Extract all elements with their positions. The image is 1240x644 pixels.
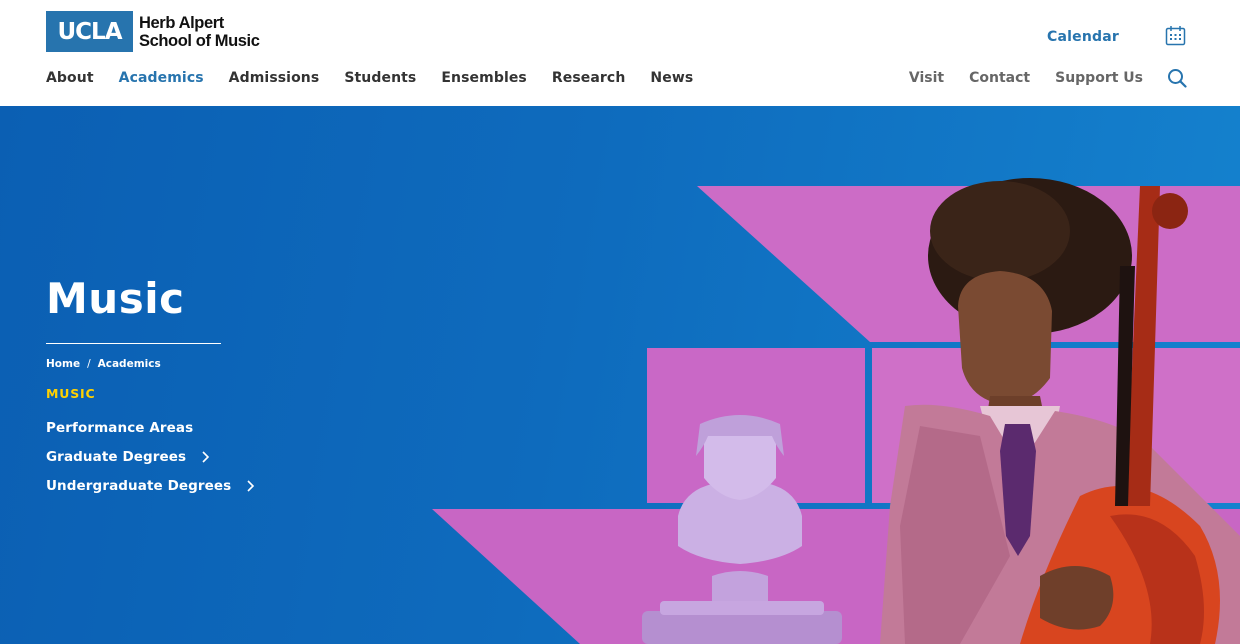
nav-news[interactable]: News bbox=[650, 70, 693, 86]
breadcrumb-separator: / bbox=[87, 358, 91, 370]
nav-admissions[interactable]: Admissions bbox=[229, 70, 320, 86]
link-label: Performance Areas bbox=[46, 419, 194, 436]
nav-ensembles[interactable]: Ensembles bbox=[441, 70, 527, 86]
nav-students[interactable]: Students bbox=[344, 70, 416, 86]
hero-banner: Music Home / Academics MUSIC Performance… bbox=[0, 106, 1240, 644]
ucla-logo-mark: UCLA bbox=[46, 11, 133, 52]
link-undergraduate-degrees[interactable]: Undergraduate Degrees bbox=[46, 471, 255, 500]
section-nav: MUSIC Performance Areas Graduate Degrees… bbox=[46, 386, 255, 500]
main-nav: About Academics Admissions Students Ense… bbox=[46, 70, 718, 86]
chevron-right-icon[interactable] bbox=[200, 450, 210, 463]
logo-wordmark: Herb Alpert School of Music bbox=[139, 14, 260, 50]
nav-about[interactable]: About bbox=[46, 70, 94, 86]
breadcrumb-home[interactable]: Home bbox=[46, 358, 80, 370]
title-divider bbox=[46, 343, 221, 344]
calendar-link[interactable]: Calendar bbox=[1047, 29, 1119, 45]
nav-visit[interactable]: Visit bbox=[909, 70, 944, 86]
current-section-label: MUSIC bbox=[46, 386, 96, 401]
utility-nav: Visit Contact Support Us bbox=[884, 70, 1143, 86]
nav-academics[interactable]: Academics bbox=[119, 70, 204, 86]
logo-line-2: School of Music bbox=[139, 31, 260, 50]
site-header: UCLA Herb Alpert School of Music Calenda… bbox=[0, 0, 1240, 106]
calendar-icon[interactable] bbox=[1165, 25, 1186, 46]
nav-support-us[interactable]: Support Us bbox=[1055, 70, 1143, 86]
hero-artwork bbox=[432, 178, 1240, 644]
chevron-right-icon[interactable] bbox=[245, 479, 255, 492]
link-graduate-degrees[interactable]: Graduate Degrees bbox=[46, 442, 255, 471]
breadcrumb: Home / Academics bbox=[46, 358, 161, 370]
link-label: Undergraduate Degrees bbox=[46, 477, 232, 494]
logo-line-1: Herb Alpert bbox=[139, 13, 224, 32]
page-title: Music bbox=[46, 274, 185, 323]
school-logo[interactable]: UCLA Herb Alpert School of Music bbox=[46, 11, 260, 52]
link-performance-areas[interactable]: Performance Areas bbox=[46, 413, 255, 442]
link-label: Graduate Degrees bbox=[46, 448, 187, 465]
breadcrumb-academics[interactable]: Academics bbox=[98, 358, 161, 370]
search-icon[interactable] bbox=[1167, 68, 1187, 88]
nav-research[interactable]: Research bbox=[552, 70, 626, 86]
nav-contact[interactable]: Contact bbox=[969, 70, 1030, 86]
